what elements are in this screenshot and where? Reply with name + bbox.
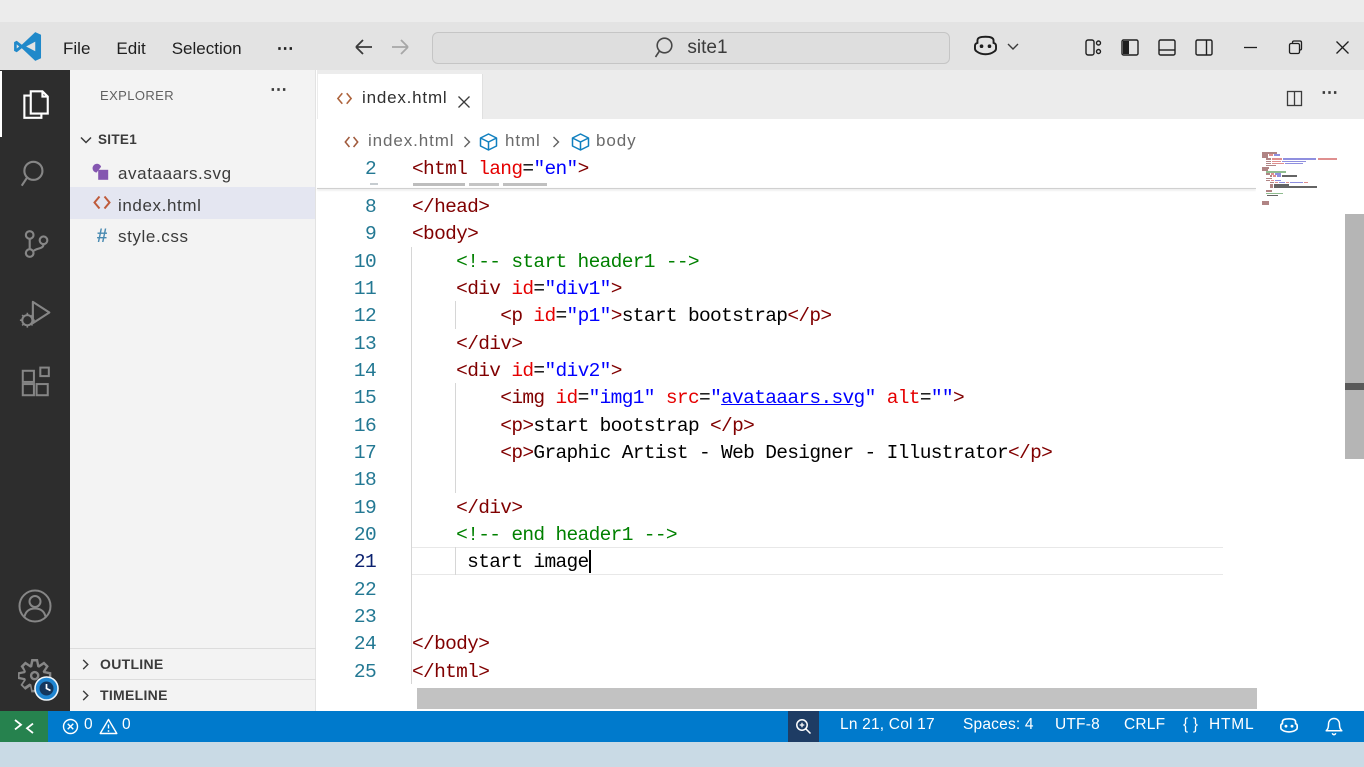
svg-text:#: # <box>97 226 108 246</box>
